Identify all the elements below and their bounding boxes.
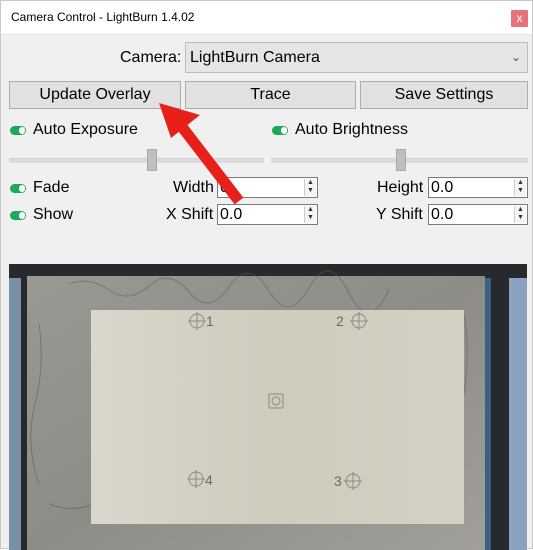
height-input[interactable]: 0.0 ▲ ▼ — [428, 177, 528, 198]
fade-label: Fade — [33, 179, 70, 196]
exposure-slider-track[interactable] — [9, 158, 264, 163]
height-spin-arrows[interactable]: ▲ ▼ — [514, 179, 526, 196]
camera-select-value: LightBurn Camera — [190, 49, 320, 66]
height-value: 0.0 — [431, 179, 454, 196]
width-value: 0 — [220, 179, 229, 196]
y-shift-input[interactable]: 0.0 ▲ ▼ — [428, 204, 528, 225]
x-shift-label: X Shift — [166, 206, 214, 223]
close-button[interactable]: x — [511, 10, 528, 27]
width-label: Width — [173, 179, 214, 196]
corner-label-1: 1 — [206, 313, 214, 329]
camera-control-window: Camera Control - LightBurn 1.4.02 x Came… — [0, 0, 533, 550]
y-shift-spin-arrows[interactable]: ▲ ▼ — [514, 206, 526, 223]
update-overlay-button[interactable]: Update Overlay — [9, 81, 181, 109]
window-title: Camera Control - LightBurn 1.4.02 — [11, 10, 195, 24]
show-toggle[interactable] — [10, 211, 26, 220]
y-shift-value: 0.0 — [431, 206, 454, 223]
corner-label-3: 3 — [334, 473, 342, 489]
camera-label: Camera: — [120, 49, 182, 66]
x-shift-value: 0.0 — [220, 206, 243, 223]
trace-button[interactable]: Trace — [185, 81, 356, 109]
fade-toggle[interactable] — [10, 184, 26, 193]
show-label: Show — [33, 206, 74, 223]
corner-label-4: 4 — [205, 472, 213, 488]
title-bar: Camera Control - LightBurn 1.4.02 x — [1, 1, 532, 35]
width-spin-arrows[interactable]: ▲ ▼ — [304, 179, 316, 196]
chevron-down-icon: ⌄ — [510, 50, 521, 64]
auto-exposure-toggle[interactable] — [10, 126, 26, 135]
camera-select[interactable]: LightBurn Camera ⌄ — [185, 42, 528, 73]
y-shift-label: Y Shift — [376, 206, 423, 223]
auto-brightness-label: Auto Brightness — [295, 121, 408, 138]
x-shift-input[interactable]: 0.0 ▲ ▼ — [217, 204, 318, 225]
x-shift-spin-arrows[interactable]: ▲ ▼ — [304, 206, 316, 223]
width-input[interactable]: 0 ▲ ▼ — [217, 177, 318, 198]
camera-image: 1 2 4 3 — [9, 264, 527, 550]
height-label: Height — [377, 179, 424, 196]
save-settings-button[interactable]: Save Settings — [360, 81, 528, 109]
exposure-slider-thumb[interactable] — [147, 149, 157, 171]
auto-brightness-toggle[interactable] — [272, 126, 288, 135]
camera-preview: 1 2 4 3 — [9, 264, 527, 550]
auto-exposure-label: Auto Exposure — [33, 121, 138, 138]
brightness-slider-thumb[interactable] — [396, 149, 406, 171]
corner-label-2: 2 — [336, 313, 344, 329]
